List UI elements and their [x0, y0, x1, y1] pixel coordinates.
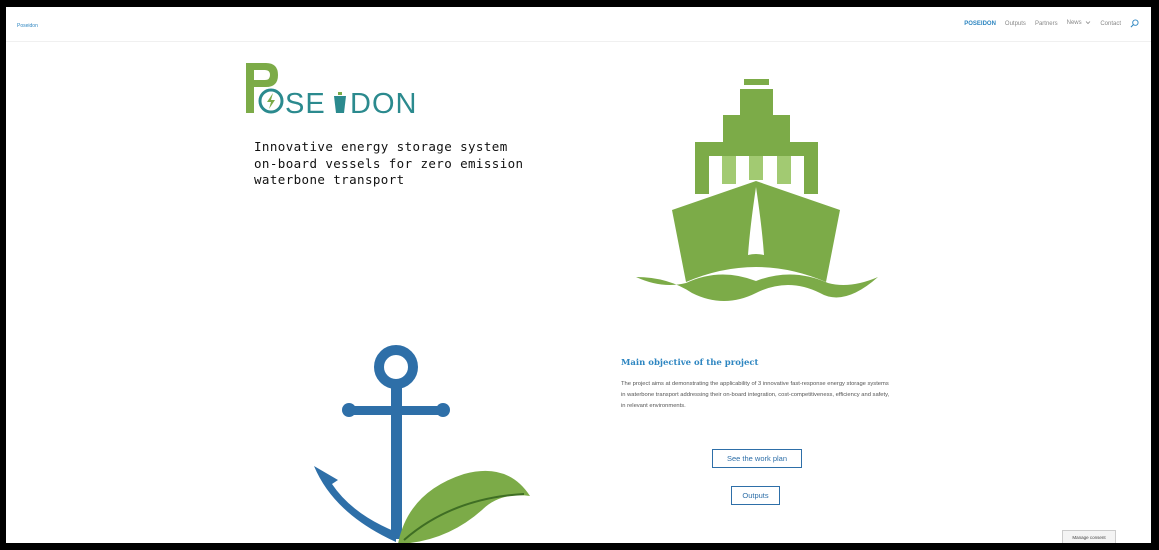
hero-tagline: Innovative energy storage system on-boar… [254, 139, 564, 189]
svg-text:DON: DON [350, 88, 417, 115]
svg-text:SE: SE [285, 88, 326, 115]
leaf-illustration [398, 470, 530, 543]
ship-mini-icon [334, 92, 346, 113]
nav-item-partners[interactable]: Partners [1035, 21, 1058, 27]
main-nav: POSEIDON Outputs Partners News Contact [964, 19, 1139, 28]
tagline-line: on-board vessels for zero emission [254, 155, 524, 171]
manage-consent-button[interactable]: Manage consent [1062, 530, 1116, 543]
outputs-button[interactable]: Outputs [731, 486, 780, 505]
anchor-illustration [314, 345, 530, 543]
nav-item-news-label: News [1066, 20, 1082, 27]
nav-item-poseidon[interactable]: POSEIDON [964, 21, 996, 27]
site-title-link[interactable]: Poseidon [17, 23, 38, 29]
search-icon[interactable] [1130, 19, 1139, 28]
lightning-icon [267, 93, 275, 109]
chevron-down-icon [1086, 21, 1091, 25]
site-header: Poseidon POSEIDON Outputs Partners News … [6, 7, 1151, 42]
objective-heading: Main objective of the project [621, 358, 759, 368]
tagline-line: waterbone transport [254, 172, 405, 187]
nav-item-news[interactable]: News [1066, 20, 1092, 27]
browser-viewport: Poseidon POSEIDON Outputs Partners News … [6, 7, 1151, 543]
objective-description: The project aims at demonstrating the ap… [621, 381, 890, 409]
see-work-plan-button[interactable]: See the work plan [712, 449, 802, 468]
nav-item-contact[interactable]: Contact [1100, 21, 1121, 27]
poseidon-logo: SE DON [246, 63, 417, 115]
ship-illustration [636, 79, 878, 301]
tagline-line: Innovative energy storage system [254, 139, 508, 154]
nav-item-outputs[interactable]: Outputs [1005, 21, 1026, 27]
